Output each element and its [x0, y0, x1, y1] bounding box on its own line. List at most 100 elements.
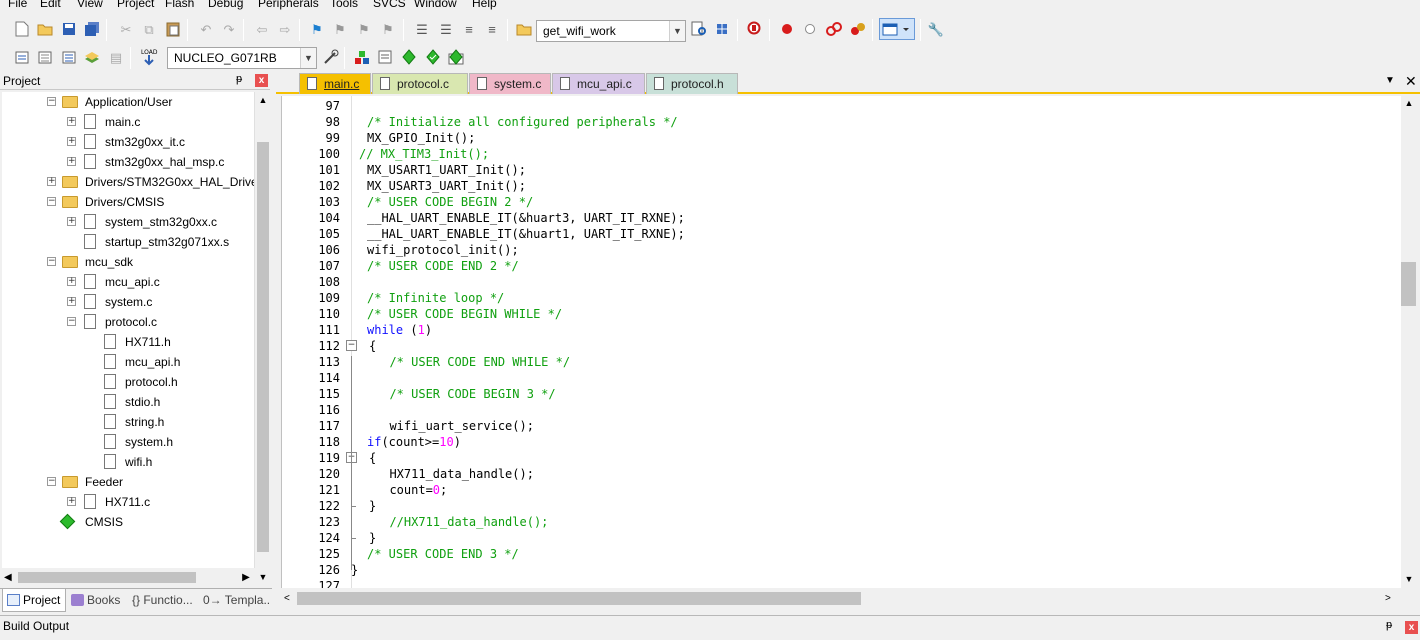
tree-vertical-scrollbar[interactable]: ▲	[254, 92, 270, 568]
scroll-thumb[interactable]	[18, 572, 196, 583]
code-line[interactable]: MX_USART3_UART_Init();	[367, 178, 526, 194]
tree-item[interactable]: + Drivers/STM32G0xx_HAL_Driver	[2, 172, 256, 192]
debug-session-icon[interactable]	[745, 19, 765, 39]
pack-installer-icon[interactable]	[423, 47, 443, 67]
expand-icon[interactable]: +	[67, 277, 76, 286]
code-line[interactable]: /* Infinite loop */	[367, 290, 504, 306]
scroll-down-icon[interactable]: ▼	[1401, 574, 1417, 584]
tab-main-c[interactable]: main.c	[299, 73, 371, 94]
tree-item[interactable]: − Drivers/CMSIS	[2, 192, 256, 212]
cut-icon[interactable]: ✂	[116, 19, 136, 39]
tree-item[interactable]: + stm32g0xx_hal_msp.c	[2, 152, 256, 172]
code-line[interactable]: /* USER CODE BEGIN WHILE */	[367, 306, 562, 322]
collapse-icon[interactable]: −	[47, 477, 56, 486]
tree-item[interactable]: + HX711.c	[2, 492, 256, 512]
scroll-left-icon[interactable]: <	[284, 590, 290, 607]
indent-icon[interactable]: ☰	[412, 19, 432, 39]
tree-item[interactable]: + stm32g0xx_it.c	[2, 132, 256, 152]
tree-item[interactable]: − mcu_sdk	[2, 252, 256, 272]
save-icon[interactable]	[59, 19, 79, 39]
scroll-thumb[interactable]	[297, 592, 861, 605]
code-line[interactable]: wifi_protocol_init();	[367, 242, 519, 258]
batch-build-icon[interactable]	[82, 47, 102, 67]
tree-item[interactable]: − Feeder	[2, 472, 256, 492]
code-editor[interactable]: 97 98 /* Initialize all configured periphe…	[281, 96, 1401, 588]
comment-icon[interactable]: ≡	[459, 19, 479, 39]
manage-books-icon[interactable]	[375, 47, 395, 67]
code-line[interactable]: }	[369, 530, 376, 546]
nav-back-icon[interactable]: ⇦	[252, 19, 272, 39]
tab-protocol-h[interactable]: protocol.h	[646, 73, 738, 94]
unindent-icon[interactable]: ☰	[436, 19, 456, 39]
find-in-files-icon[interactable]	[514, 19, 534, 39]
code-line[interactable]: wifi_uart_service();	[375, 418, 534, 434]
nav-forward-icon[interactable]: ⇨	[275, 19, 295, 39]
menu-item-file[interactable]: File	[8, 0, 27, 10]
undo-icon[interactable]: ↶	[196, 19, 216, 39]
scroll-right-icon[interactable]: >	[1385, 590, 1391, 607]
disable-breakpoint-icon[interactable]	[800, 19, 820, 39]
chevron-down-icon[interactable]: ▼	[300, 48, 316, 68]
tree-item[interactable]: − protocol.c	[2, 312, 256, 332]
expand-icon[interactable]: +	[67, 137, 76, 146]
collapse-icon[interactable]: −	[47, 197, 56, 206]
menu-item-view[interactable]: View	[77, 0, 103, 10]
expand-icon[interactable]: +	[67, 497, 76, 506]
find-combo[interactable]: get_wifi_work ▼	[536, 20, 686, 42]
code-line[interactable]: /* USER CODE END WHILE */	[375, 354, 570, 370]
next-bookmark-icon[interactable]: ⚑	[354, 19, 374, 39]
bookmark-icon[interactable]: ⚑	[307, 19, 327, 39]
collapse-icon[interactable]: −	[67, 317, 76, 326]
download-icon[interactable]: LOAD	[138, 46, 160, 68]
menu-item-tools[interactable]: Tools	[330, 0, 358, 10]
tab-books[interactable]: Books	[67, 589, 127, 612]
code-line[interactable]: __HAL_UART_ENABLE_IT(&huart3, UART_IT_RX…	[367, 210, 685, 226]
code-line[interactable]: //HX711_data_handle();	[375, 514, 548, 530]
tree-item[interactable]: startup_stm32g071xx.s	[2, 232, 256, 252]
expand-icon[interactable]: +	[67, 217, 76, 226]
target-options-icon[interactable]	[321, 47, 341, 67]
scroll-thumb[interactable]	[257, 142, 269, 552]
code-line[interactable]: __HAL_UART_ENABLE_IT(&huart1, UART_IT_RX…	[367, 226, 685, 242]
expand-icon[interactable]: +	[67, 117, 76, 126]
scroll-up-icon[interactable]: ▲	[255, 92, 271, 108]
tree-item[interactable]: wifi.h	[2, 452, 256, 472]
save-all-icon[interactable]	[82, 19, 102, 39]
tab-templates[interactable]: 0→ Templa...	[199, 589, 271, 612]
tree-item[interactable]: mcu_api.h	[2, 352, 256, 372]
scroll-right-icon[interactable]: ▶	[238, 569, 254, 586]
new-file-icon[interactable]	[12, 19, 32, 39]
expand-icon[interactable]: +	[67, 157, 76, 166]
code-line[interactable]: // MX_TIM3_Init();	[359, 146, 489, 162]
close-icon[interactable]: x	[255, 74, 268, 87]
tree-item[interactable]: − Application/User	[2, 92, 256, 112]
code-line[interactable]: {	[369, 450, 376, 466]
collapse-icon[interactable]: −	[47, 97, 56, 106]
tree-item[interactable]: + main.c	[2, 112, 256, 132]
code-line[interactable]: /* USER CODE BEGIN 2 */	[367, 194, 533, 210]
kill-all-breakpoints-icon[interactable]	[848, 19, 868, 39]
code-line[interactable]: count=0;	[375, 482, 447, 498]
tree-item[interactable]: + mcu_api.c	[2, 272, 256, 292]
stop-build-icon[interactable]: ▤	[106, 47, 126, 67]
editor-horizontal-scrollbar[interactable]: < >	[281, 590, 1401, 607]
code-line[interactable]: /* Initialize all configured peripherals…	[367, 114, 678, 130]
menu-item-edit[interactable]: Edit	[40, 0, 61, 10]
tree-item[interactable]: HX711.h	[2, 332, 256, 352]
code-line[interactable]: /* USER CODE END 2 */	[367, 258, 519, 274]
code-line[interactable]: /* USER CODE BEGIN 3 */	[375, 386, 555, 402]
prev-bookmark-icon[interactable]: ⚑	[330, 19, 350, 39]
tab-system-c[interactable]: system.c	[469, 73, 551, 94]
menu-item-svcs[interactable]: SVCS	[373, 0, 406, 10]
code-line[interactable]: HX711_data_handle();	[375, 466, 534, 482]
tree-item[interactable]: stdio.h	[2, 392, 256, 412]
disable-all-breakpoints-icon[interactable]	[824, 19, 844, 39]
find-icon[interactable]	[689, 19, 709, 39]
tree-horizontal-scrollbar[interactable]: ◀ ▶ ▼	[2, 569, 270, 586]
uncomment-icon[interactable]: ≡	[482, 19, 502, 39]
code-line[interactable]: MX_USART1_UART_Init();	[367, 162, 526, 178]
code-line[interactable]: }	[369, 498, 376, 514]
tab-functions[interactable]: {} Functio...	[128, 589, 198, 612]
rebuild-icon[interactable]	[59, 47, 79, 67]
incremental-find-icon[interactable]	[712, 19, 732, 39]
